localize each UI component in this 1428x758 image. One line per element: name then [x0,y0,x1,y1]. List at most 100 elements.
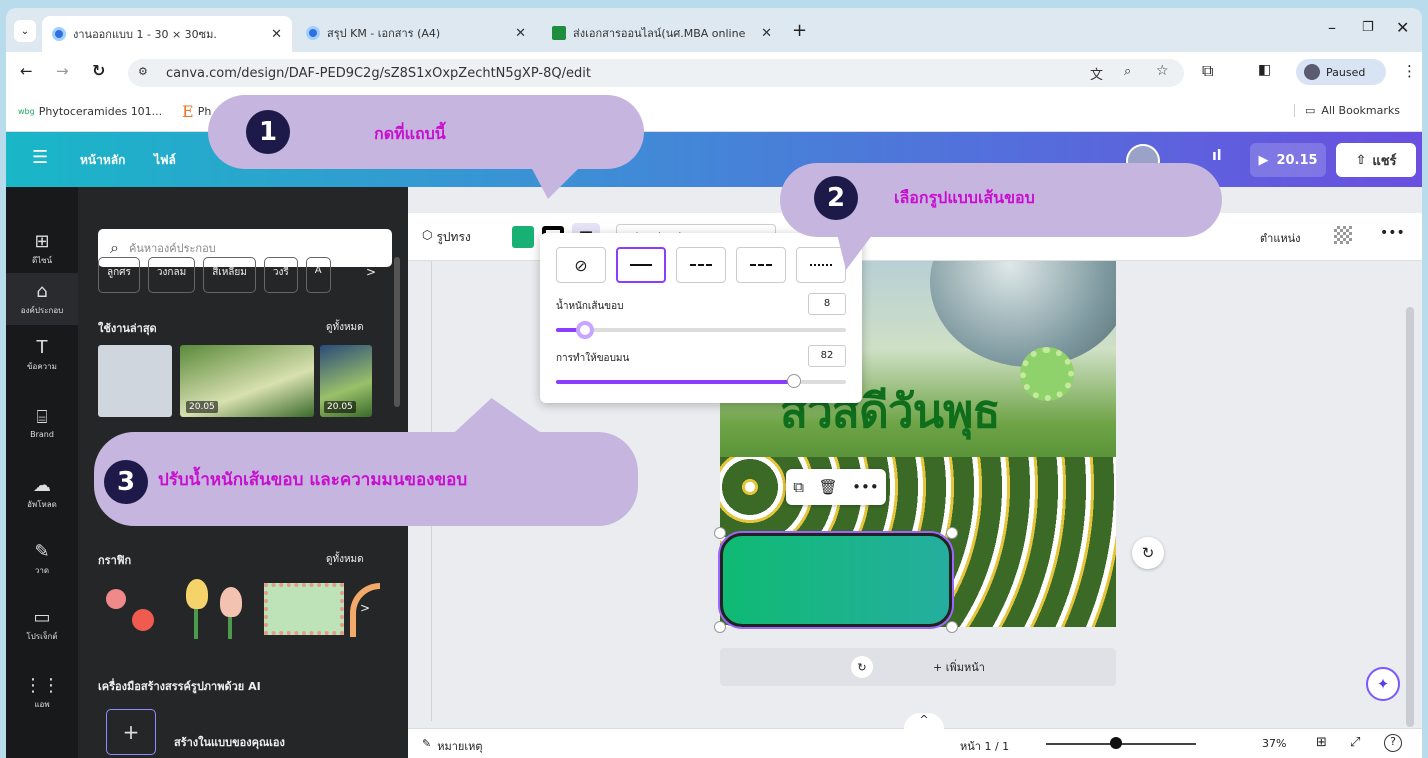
graphics-next-icon[interactable]: > [360,601,370,615]
graphic-flowers[interactable] [102,579,166,639]
close-tab-icon[interactable]: ✕ [515,26,526,41]
page-indicator[interactable]: หน้า 1 / 1 [960,737,1009,755]
nav-file[interactable]: ไฟล์ [154,151,176,170]
radius-slider[interactable] [556,374,846,388]
more-icon[interactable]: ••• [852,478,879,496]
border-long-dash-button[interactable] [676,247,726,283]
chip-circle[interactable]: วงกลม [147,257,196,293]
rail-apps[interactable]: ⋮⋮ แอพ [6,675,78,711]
border-short-dash-button[interactable] [736,247,786,283]
rail-design[interactable]: ⊞ ดีไซน์ [6,231,78,267]
recent-video-thumb[interactable]: 20.05 [180,345,314,417]
profile-paused-chip[interactable]: Paused [1296,59,1386,85]
play-icon: ▶ [1258,152,1269,168]
site-info-icon[interactable]: ⚙ [138,65,148,78]
fill-color-swatch[interactable] [512,226,534,248]
resize-handle[interactable] [946,621,958,633]
back-icon[interactable]: ← [20,62,33,80]
present-timer: 20.15 [1276,152,1318,168]
weight-value[interactable]: 8 [808,293,846,315]
close-window-icon[interactable]: ✕ [1396,18,1409,37]
hamburger-icon[interactable]: ☰ [32,147,48,168]
rotate-handle[interactable]: ↻ [1132,537,1164,569]
forward-icon[interactable]: → [56,62,69,80]
callout-1-text: กดที่แถบนี้ [374,124,446,143]
add-page-button[interactable]: ↻ + เพิ่มหน้า [720,648,1116,686]
chip-next-icon[interactable]: > [366,265,376,279]
browser-tab[interactable]: งานออกแบบ 1 - 30 × 30ซม. ✕ [42,16,292,52]
zoom-level[interactable]: 37% [1262,737,1286,750]
bookmark-star-icon[interactable]: ☆ [1156,63,1169,79]
position-button[interactable]: ตำแหน่ง [1260,229,1301,247]
notes-button[interactable]: ✎ หมายเหตุ [422,737,483,755]
rail-uploads[interactable]: ☁ อัพโหลด [6,475,78,511]
nav-home[interactable]: หน้าหลัก [80,151,125,170]
ai-create-button[interactable]: + [106,709,156,755]
translate-icon[interactable]: 文 [1090,64,1103,83]
insights-icon[interactable]: ıl [1212,148,1222,164]
browser-tab[interactable]: สรุป KM - เอกสาร (A4) ✕ [296,18,536,48]
all-bookmarks[interactable]: ▭ All Bookmarks [1294,104,1400,117]
graphic-tulips[interactable] [178,575,258,641]
minimize-icon[interactable]: – [1328,18,1336,37]
sidepanel-icon[interactable]: ◧ [1258,62,1271,78]
border-none-button[interactable]: ⊘ [556,247,606,283]
rail-brand[interactable]: ⌸ Brand [6,407,78,439]
zoom-slider-knob[interactable] [1110,737,1122,749]
ai-create-label: สร้างในแบบของคุณเอง [174,736,285,749]
border-solid-button[interactable] [616,247,666,283]
magic-assist-icon[interactable]: ✦ [1366,667,1400,701]
tab-search-icon[interactable]: ⌄ [14,20,36,42]
bookmark-item[interactable]: wbg Phytoceramides 101... [18,105,162,118]
chip-arrow[interactable]: ลูกศร [98,257,140,293]
rail-draw[interactable]: ✎ วาด [6,541,78,577]
present-button[interactable]: ▶ 20.15 [1250,143,1326,177]
radius-slider-knob[interactable] [786,374,801,388]
rail-text[interactable]: T ข้อความ [6,337,78,373]
url-field[interactable]: ⚙ canva.com/design/DAF-PED9C2g/sZ8S1xOxp… [128,59,1184,87]
trash-icon[interactable]: 🗑 [819,478,838,496]
grid-view-icon[interactable]: ⊞ [1316,735,1327,750]
chip-more[interactable]: A [305,257,331,293]
editor-scrollbar[interactable] [1406,307,1414,727]
resize-handle[interactable] [946,527,958,539]
transparency-icon[interactable] [1334,226,1352,244]
weight-slider-knob[interactable] [576,321,594,339]
menu-icon[interactable]: ⋮ [1402,62,1417,80]
chip-square[interactable]: สี่เหลี่ยม [203,257,256,293]
chip-oval[interactable]: วงรี [263,257,298,293]
more-options-icon[interactable]: ••• [1380,225,1405,241]
rail-label: องค์ประกอบ [20,306,64,315]
see-all-link[interactable]: ดูทั้งหมด [326,552,364,567]
rail-elements[interactable]: ⌂ องค์ประกอบ [6,273,78,325]
resize-handle[interactable] [714,527,726,539]
side-rail: ⊞ ดีไซน์ ⌂ องค์ประกอบ T ข้อความ ⌸ Brand ☁ อัพ… [6,187,78,758]
browser-tab[interactable]: ส่งเอกสารออนไลน์(นศ.MBA online ✕ [542,18,782,48]
refresh-icon[interactable]: ↻ [851,656,874,678]
radius-value[interactable]: 82 [808,345,846,367]
help-icon[interactable]: ? [1384,734,1402,752]
recent-video-thumb[interactable]: 20.05 [320,345,372,417]
resize-handle[interactable] [714,621,726,633]
share-button[interactable]: ⇧ แชร์ [1336,143,1416,177]
folder-icon: ▭ [33,607,51,628]
reload-icon[interactable]: ↻ [92,61,105,80]
shape-button[interactable]: ⬡ รูปทรง [422,228,471,247]
extensions-icon[interactable]: ⧉ [1202,61,1213,81]
bookmark-favicon-icon: E [182,102,194,121]
rail-projects[interactable]: ▭ โปรเจ็กต์ [6,607,78,643]
restore-icon[interactable]: ❐ [1362,20,1374,35]
recent-blank-thumb[interactable] [98,345,172,417]
close-tab-icon[interactable]: ✕ [271,27,282,42]
bookmark-item[interactable]: E Ph [182,102,211,121]
see-all-link[interactable]: ดูทั้งหมด [326,320,364,335]
panel-scrollbar[interactable] [394,257,400,407]
weight-slider[interactable] [556,321,846,339]
selected-rounded-rectangle[interactable] [720,533,952,627]
close-tab-icon[interactable]: ✕ [761,26,772,41]
zoom-icon[interactable]: ⌕ [1124,64,1131,79]
duplicate-icon[interactable]: ⧉ [793,478,804,496]
fullscreen-icon[interactable]: ⤢ [1350,735,1360,750]
new-tab-icon[interactable]: + [792,20,807,41]
graphic-stamp[interactable] [264,583,344,635]
